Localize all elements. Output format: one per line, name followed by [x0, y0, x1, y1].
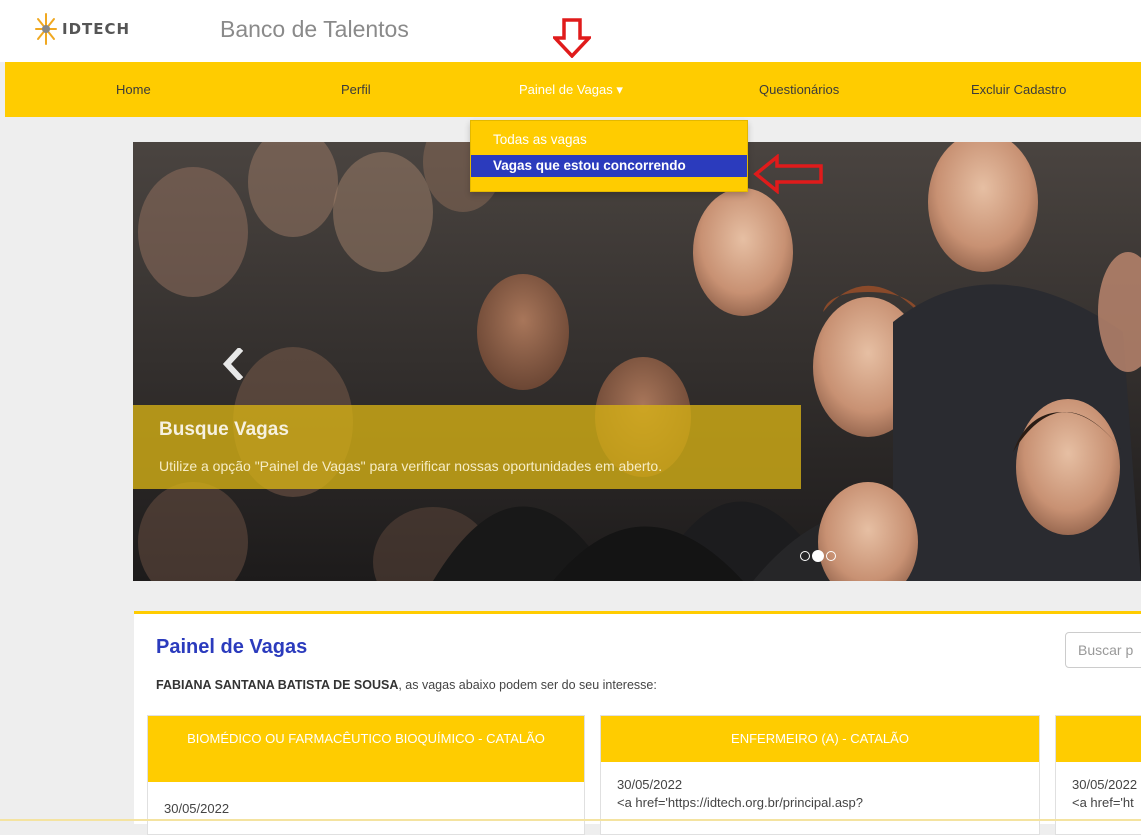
carousel-dot-2-active[interactable] [812, 550, 824, 562]
top-header: IDTECH Banco de Talentos [0, 0, 1141, 62]
job-panel: Painel de Vagas FABIANA SANTANA BATISTA … [134, 611, 1141, 835]
crowd-photo [133, 142, 1141, 581]
logo-icon [35, 13, 57, 45]
carousel-caption: Busque Vagas Utilize a opção "Painel de … [133, 405, 801, 489]
logo-text: IDTECH [62, 20, 131, 38]
carousel-dot-3[interactable] [826, 551, 836, 561]
caption-title: Busque Vagas [159, 419, 289, 440]
caption-text: Utilize a opção "Painel de Vagas" para v… [159, 458, 663, 474]
site-title: Banco de Talentos [220, 16, 409, 42]
nav-perfil[interactable]: Perfil [341, 82, 371, 97]
painel-de-vagas-dropdown: Todas as vagas Vagas que estou concorren… [470, 120, 748, 192]
hero-carousel: Busque Vagas Utilize a opção "Painel de … [133, 142, 1141, 581]
panel-title: Painel de Vagas [156, 636, 308, 658]
job-card-title: ENFERMEIRO (A) - CATALÃO [601, 716, 1039, 762]
user-name: FABIANA SANTANA BATISTA DE SOUSA [156, 678, 399, 692]
job-card-title: BIOMÉDICO OU FARMACÊUTICO BIOQUÍMICO - C… [148, 716, 584, 782]
job-card[interactable]: 30/05/2022 <a href='ht [1055, 715, 1141, 835]
nav-home[interactable]: Home [116, 82, 151, 97]
job-card-link: <a href='ht [1072, 795, 1134, 810]
nav-excluir-cadastro[interactable]: Excluir Cadastro [971, 82, 1066, 97]
search-input[interactable]: Buscar p [1065, 632, 1141, 668]
nav-questionarios[interactable]: Questionários [759, 82, 839, 97]
job-card[interactable]: BIOMÉDICO OU FARMACÊUTICO BIOQUÍMICO - C… [147, 715, 585, 835]
annotation-arrow-down-icon [553, 18, 591, 58]
annotation-arrow-left-icon [753, 154, 823, 194]
job-card-date: 30/05/2022 [617, 777, 683, 792]
panel-subtitle: FABIANA SANTANA BATISTA DE SOUSA, as vag… [156, 678, 657, 692]
job-card-link: <a href='https://idtech.org.br/principal… [617, 795, 864, 810]
main-nav: Home Perfil Painel de Vagas ▾ Questionár… [5, 62, 1141, 117]
carousel-prev-icon[interactable] [221, 348, 243, 380]
job-card-date: 30/05/2022 [1072, 777, 1138, 792]
logo[interactable]: IDTECH [34, 12, 130, 46]
nav-painel-de-vagas[interactable]: Painel de Vagas ▾ [519, 82, 623, 98]
carousel-dot-1[interactable] [800, 551, 810, 561]
carousel-indicators [800, 550, 838, 562]
job-card[interactable]: ENFERMEIRO (A) - CATALÃO 30/05/2022 <a h… [600, 715, 1040, 835]
dropdown-item-vagas-concorrendo[interactable]: Vagas que estou concorrendo [471, 155, 747, 177]
panel-subtitle-text: , as vagas abaixo podem ser do seu inter… [398, 678, 657, 692]
job-card-title [1056, 716, 1141, 762]
dropdown-item-todas-as-vagas[interactable]: Todas as vagas [471, 129, 747, 151]
